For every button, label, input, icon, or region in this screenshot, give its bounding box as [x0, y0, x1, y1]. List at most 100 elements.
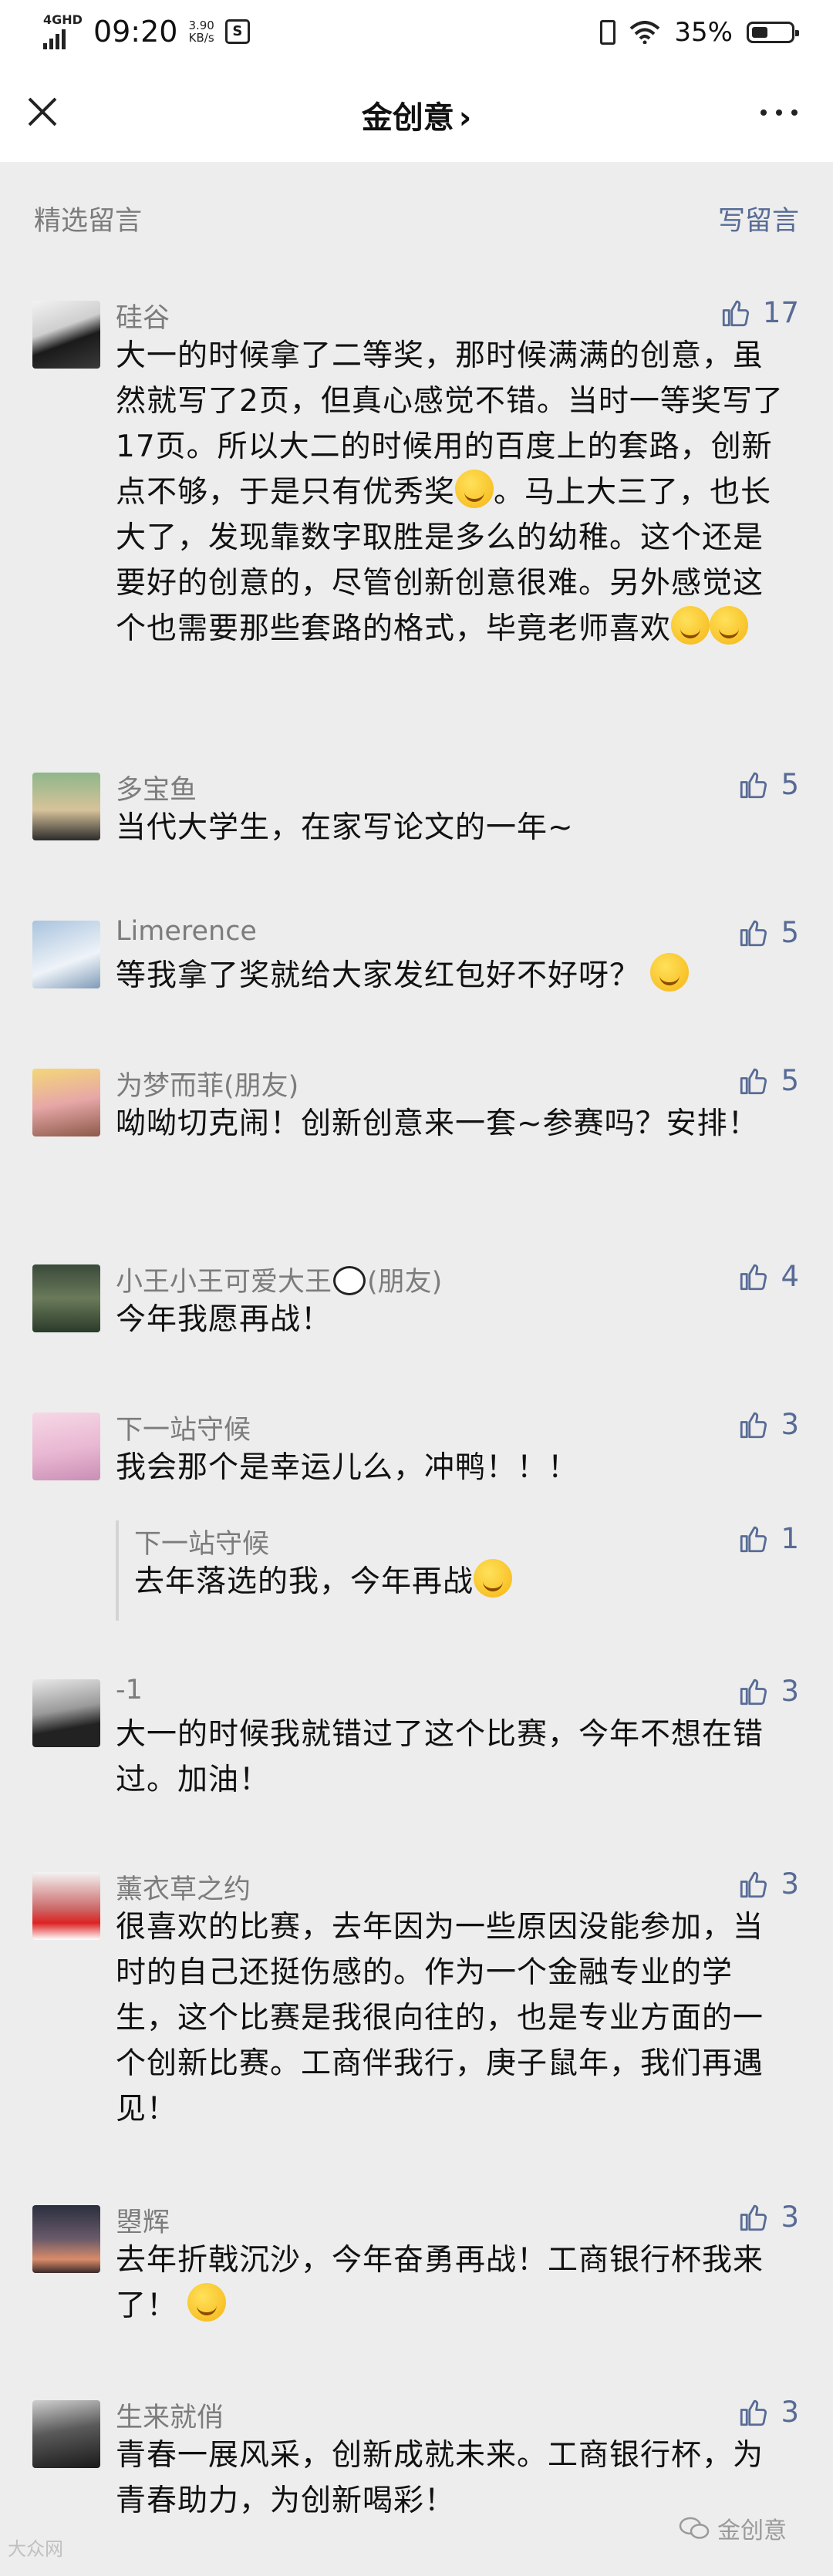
avatar[interactable] [32, 301, 100, 369]
comment-text: 大一的时候我就错过了这个比赛，今年不想在错过。加油！ [116, 1717, 764, 1797]
app-notification-icon: S [224, 19, 250, 44]
comment-author: 下一站守候 [116, 1415, 251, 1446]
author-suffix: (朋友) [367, 1267, 443, 1298]
like-count: 3 [781, 1408, 799, 1441]
reply-author: 下一站守候 [134, 1529, 270, 1560]
emoji-icon [710, 606, 749, 645]
thumbs-up-icon [740, 2399, 767, 2426]
like-button[interactable]: 3 [737, 2396, 799, 2429]
comment-text: 当代大学生，在家写论文的一年~ [116, 810, 574, 845]
thumbs-up-icon [740, 1526, 767, 1552]
comment-text-part: 等我拿了奖就给大家发红包好不好呀？ [116, 958, 641, 993]
network-speed: 3.90 KB/s [188, 19, 214, 44]
like-count: 3 [781, 1867, 799, 1901]
comment-author: 多宝鱼 [116, 775, 197, 806]
like-count: 3 [781, 2396, 799, 2429]
avatar[interactable] [32, 1069, 100, 1136]
wifi-icon [630, 21, 660, 44]
like-button[interactable]: 3 [737, 2201, 799, 2234]
like-count: 5 [781, 916, 799, 949]
status-left: 4GHD 09:20 3.90 KB/s S [43, 14, 250, 49]
comment-text: 呦呦切克闹！创新创意来一套~参赛吗？安排！ [116, 1106, 759, 1141]
avatar[interactable] [32, 1679, 100, 1747]
emoji-icon [187, 2283, 227, 2322]
reply-divider [116, 1520, 119, 1621]
like-count: 5 [781, 768, 799, 801]
emoji-icon [650, 953, 690, 992]
brand-watermark: 金创意 [679, 2511, 787, 2545]
comment-author: -1 [116, 1675, 143, 1706]
thumbs-up-icon [740, 1679, 767, 1705]
comment-author: 为梦而菲(朋友) [116, 1071, 299, 1102]
like-button[interactable]: 3 [737, 1675, 799, 1708]
avatar[interactable] [32, 2205, 100, 2273]
write-comment-button[interactable]: 写留言 [718, 199, 799, 238]
thumbs-up-icon [740, 772, 767, 798]
avatar[interactable] [32, 2400, 100, 2468]
source-watermark: 大众网 [8, 2538, 63, 2560]
vibrate-icon [600, 20, 616, 45]
comment-text: 等我拿了奖就给大家发红包好不好呀？ [116, 953, 787, 998]
comment-text: 我会那个是幸运儿么，冲鸭！！！ [116, 1450, 579, 1485]
avatar[interactable] [32, 1413, 100, 1480]
like-button[interactable]: 5 [737, 768, 799, 801]
panda-emoji-icon [333, 1266, 366, 1295]
comment-author: 生来就俏 [116, 2403, 224, 2433]
chevron-right-icon: › [458, 100, 472, 136]
page-title: 金创意 [361, 100, 454, 136]
like-button[interactable]: 5 [737, 1064, 799, 1097]
avatar[interactable] [32, 1264, 100, 1332]
featured-comments-label: 精选留言 [34, 206, 143, 237]
like-button[interactable]: 3 [737, 1867, 799, 1901]
thumbs-up-icon [722, 300, 749, 326]
comment-text: 青春一展风采，创新成就未来。工商银行杯，为青春助力，为创新喝彩！ [116, 2438, 764, 2518]
comment-author: Limerence [116, 916, 257, 947]
comment-author: 曌辉 [116, 2207, 170, 2238]
emoji-icon [474, 1559, 513, 1598]
thumbs-up-icon [740, 920, 767, 946]
emoji-icon [455, 470, 494, 508]
like-count: 4 [781, 1260, 799, 1293]
like-button[interactable]: 3 [737, 1408, 799, 1441]
thumbs-up-icon [740, 1871, 767, 1897]
brand-name: 金创意 [717, 2517, 787, 2544]
thumbs-up-icon [740, 1068, 767, 1094]
emoji-icon [671, 606, 710, 645]
avatar[interactable] [32, 773, 100, 840]
nav-title-link[interactable]: 金创意 › [0, 93, 833, 137]
avatar[interactable] [32, 1872, 100, 1940]
like-button[interactable]: 17 [720, 296, 799, 329]
avatar[interactable] [32, 921, 100, 988]
comment-author: 小王小王可爱大王 (朋友) [116, 1260, 442, 1299]
like-count: 17 [762, 296, 799, 329]
like-button[interactable]: 5 [737, 916, 799, 949]
network-indicator: 4GHD [43, 14, 83, 49]
nav-bar: 金创意 › [0, 62, 833, 162]
comment-text: 去年折戟沉沙，今年奋勇再战！工商银行杯我来了！ [116, 2238, 787, 2329]
like-count: 3 [781, 2201, 799, 2234]
clock: 09:20 [93, 15, 178, 49]
comment-text: 很喜欢的比赛，去年因为一些原因没能参加，当时的自己还挺伤感的。作为一个金融专业的… [116, 1910, 764, 2126]
comment-author: 薰衣草之约 [116, 1874, 251, 1905]
speed-unit: KB/s [188, 31, 214, 45]
battery-icon [747, 22, 799, 43]
comment-text: 今年我愿再战！ [116, 1302, 332, 1337]
signal-icon [43, 26, 83, 49]
comment-author: 硅谷 [116, 303, 170, 334]
speed-value: 3.90 [188, 19, 214, 32]
reply-text-part: 去年落选的我，今年再战 [134, 1564, 474, 1599]
thumbs-up-icon [740, 1264, 767, 1290]
status-right: 35% [600, 17, 799, 48]
reply-text: 去年落选的我，今年再战 [134, 1559, 782, 1605]
wechat-icon [679, 2517, 710, 2539]
status-bar: 4GHD 09:20 3.90 KB/s S 35% [0, 0, 833, 62]
reply-like-button[interactable]: 1 [737, 1522, 799, 1555]
network-type: 4GHD [43, 12, 83, 27]
like-count: 3 [781, 1675, 799, 1708]
comment-text: 大一的时候拿了二等奖，那时候满满的创意，虽然就写了2页，但真心感觉不错。当时一等… [116, 333, 787, 652]
battery-percent: 35% [674, 17, 733, 48]
like-button[interactable]: 4 [737, 1260, 799, 1293]
comments-header: 精选留言 写留言 [0, 162, 833, 270]
more-dots-icon[interactable] [760, 109, 798, 116]
author-name: 小王小王可爱大王 [116, 1267, 332, 1298]
